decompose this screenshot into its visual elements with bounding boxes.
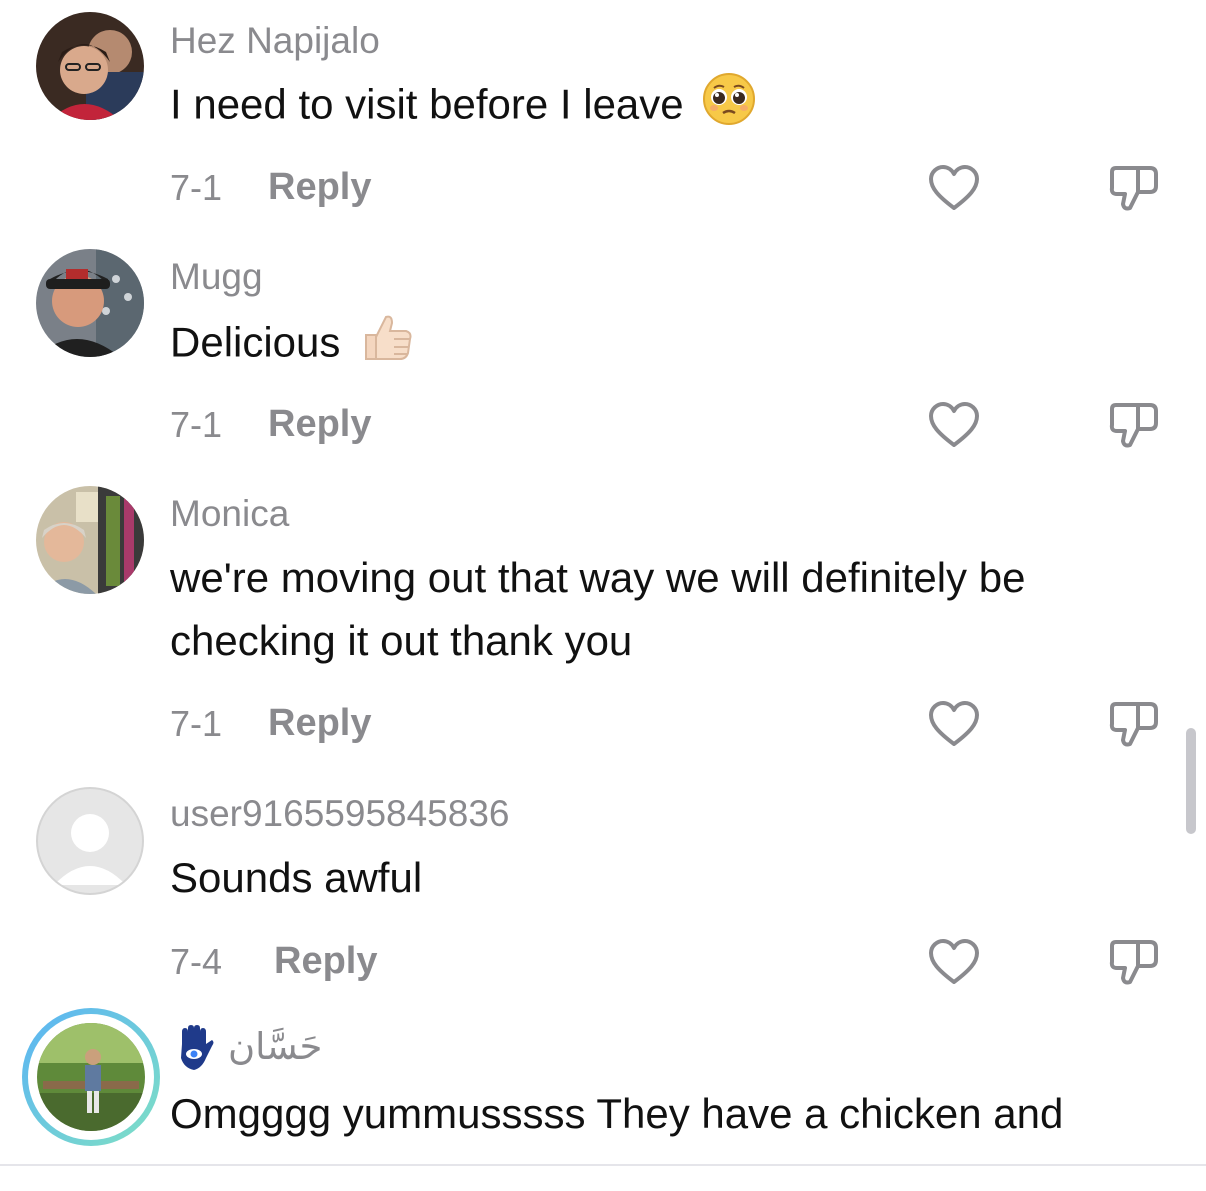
avatar[interactable] <box>36 12 144 120</box>
reply-button[interactable]: Reply <box>268 405 371 443</box>
comment-username[interactable]: user9165595845836 <box>170 795 510 832</box>
thumbs-up-icon <box>358 309 414 382</box>
heart-icon[interactable] <box>928 938 980 991</box>
comment-username[interactable]: Mugg <box>170 258 263 295</box>
default-avatar-icon[interactable] <box>36 787 144 895</box>
comment-date: 7-1 <box>170 703 223 744</box>
comment-text: Omgggg yummusssss They have a chicken an… <box>170 1090 1064 1137</box>
heart-icon[interactable] <box>928 164 980 217</box>
avatar[interactable] <box>36 249 144 357</box>
comment-text: Sounds awful <box>170 854 423 901</box>
heart-icon[interactable] <box>928 700 980 753</box>
hamsa-hand-icon <box>172 1024 216 1077</box>
comment-username[interactable]: Monica <box>170 495 289 532</box>
comment-text: I need to visit before I leave <box>170 72 1180 143</box>
comment-date: 7-1 <box>170 404 223 445</box>
reply-button[interactable]: Reply <box>268 704 371 742</box>
comment-text-content: Delicious <box>170 318 341 366</box>
reply-button[interactable]: Reply <box>268 168 371 206</box>
comment-text: we're moving out that way we will defini… <box>170 554 1026 664</box>
comment-date: 7-4 <box>170 941 223 982</box>
scrollbar[interactable] <box>1186 728 1196 834</box>
comment-username[interactable]: Hez Napijalo <box>170 22 380 59</box>
reply-button[interactable]: Reply <box>274 942 377 980</box>
comment-username[interactable]: حَسَّان <box>228 1028 322 1065</box>
comment-date: 7-1 <box>170 167 223 208</box>
dislike-icon[interactable] <box>1108 700 1160 755</box>
dislike-icon[interactable] <box>1108 401 1160 456</box>
pleading-face-icon <box>702 72 756 143</box>
comment-text-content: I need to visit before I leave <box>170 80 684 128</box>
heart-icon[interactable] <box>928 401 980 454</box>
bottom-bar <box>0 1166 1206 1191</box>
comment-text: Delicious <box>170 309 1180 382</box>
story-ring[interactable] <box>22 1008 160 1146</box>
avatar[interactable] <box>37 1023 145 1131</box>
dislike-icon[interactable] <box>1108 938 1160 993</box>
avatar[interactable] <box>36 486 144 594</box>
dislike-icon[interactable] <box>1108 164 1160 219</box>
